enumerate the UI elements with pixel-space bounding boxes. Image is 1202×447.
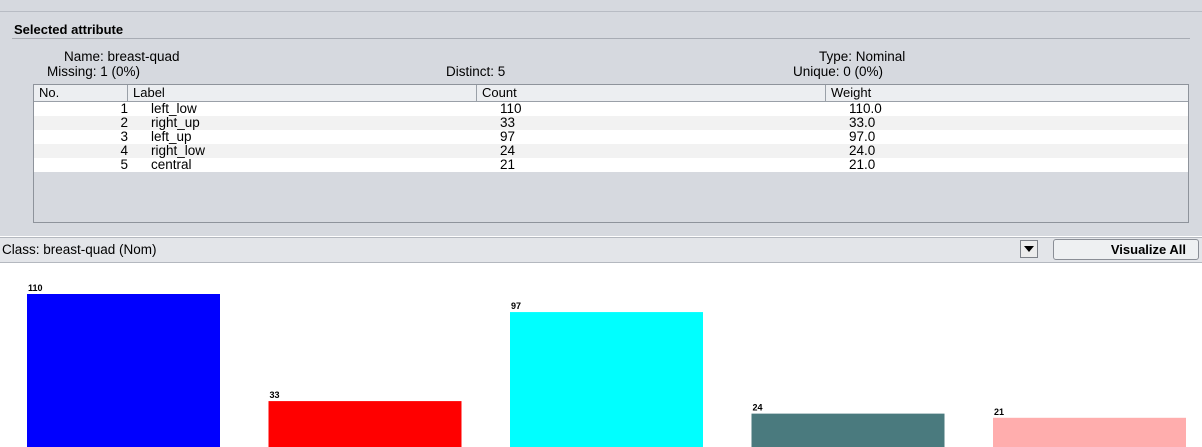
table-row[interactable]: 3 left_up 97 97.0	[34, 130, 1188, 144]
bar-value-label: 97	[511, 301, 521, 311]
selected-attribute-panel: Selected attribute Name: breast-quad Mis…	[0, 0, 1202, 236]
column-header-weight[interactable]: Weight	[826, 85, 1188, 101]
table-row[interactable]: 5 central 21 21.0	[34, 158, 1188, 172]
cell-count: 97	[500, 129, 516, 144]
class-select[interactable]: Class: breast-quad (Nom)	[2, 242, 157, 257]
attribute-type: Type: Nominal	[819, 49, 906, 64]
bar-value-label: 110	[28, 283, 43, 293]
cell-count: 24	[500, 143, 516, 158]
cell-label: left_low	[151, 101, 197, 116]
table-row[interactable]: 1 left_low 110 110.0	[34, 102, 1188, 116]
column-header-no[interactable]: No.	[34, 85, 128, 101]
cell-no: 2	[120, 115, 128, 130]
table-body: 1 left_low 110 110.0 2 right_up 33 33.0 …	[34, 102, 1188, 172]
section-title: Selected attribute	[14, 22, 124, 37]
label-table[interactable]: No. Label Count Weight 1 left_low 110 11…	[33, 84, 1189, 223]
bar-left_up	[510, 312, 703, 447]
cell-label: right_up	[151, 115, 200, 130]
visualize-all-button[interactable]: Visualize All	[1053, 239, 1199, 260]
cell-weight: 33.0	[849, 115, 876, 130]
attribute-name: Name: breast-quad	[64, 49, 180, 64]
attribute-unique: Unique: 0 (0%)	[793, 64, 884, 79]
bar-left_low	[27, 294, 220, 447]
class-distribution-chart: 110 33 97 24 21	[27, 283, 1186, 447]
table-row[interactable]: 4 right_low 24 24.0	[34, 144, 1188, 158]
column-header-count[interactable]: Count	[477, 85, 826, 101]
cell-no: 4	[120, 143, 128, 158]
class-selector-bar: Class: breast-quad (Nom) Visualize All	[0, 237, 1202, 263]
title-divider	[12, 38, 1190, 39]
cell-weight: 21.0	[849, 157, 876, 172]
panel-top-border	[0, 11, 1202, 12]
chevron-down-icon[interactable]	[1020, 240, 1038, 258]
cell-label: right_low	[151, 143, 206, 158]
column-header-label[interactable]: Label	[128, 85, 477, 101]
cell-weight: 97.0	[849, 129, 876, 144]
bar-central	[993, 417, 1186, 447]
table-row[interactable]: 2 right_up 33 33.0	[34, 116, 1188, 130]
cell-count: 110	[500, 101, 522, 116]
cell-no: 3	[120, 129, 128, 144]
cell-weight: 24.0	[849, 143, 876, 158]
bar-value-label: 33	[270, 390, 280, 400]
bar-right_up	[268, 401, 462, 447]
cell-no: 1	[120, 101, 128, 116]
cell-no: 5	[120, 157, 128, 172]
cell-weight: 110.0	[849, 101, 882, 116]
cell-count: 21	[500, 157, 516, 172]
bar-value-label: 21	[994, 407, 1004, 417]
bar-value-label: 24	[753, 403, 763, 413]
cell-label: left_up	[151, 129, 192, 144]
cell-label: central	[151, 157, 192, 172]
attribute-missing: Missing: 1 (0%)	[47, 64, 141, 79]
cell-count: 33	[500, 115, 516, 130]
table-header: No. Label Count Weight	[34, 85, 1188, 102]
attribute-distinct: Distinct: 5	[446, 64, 506, 79]
bar-right_low	[751, 413, 945, 447]
